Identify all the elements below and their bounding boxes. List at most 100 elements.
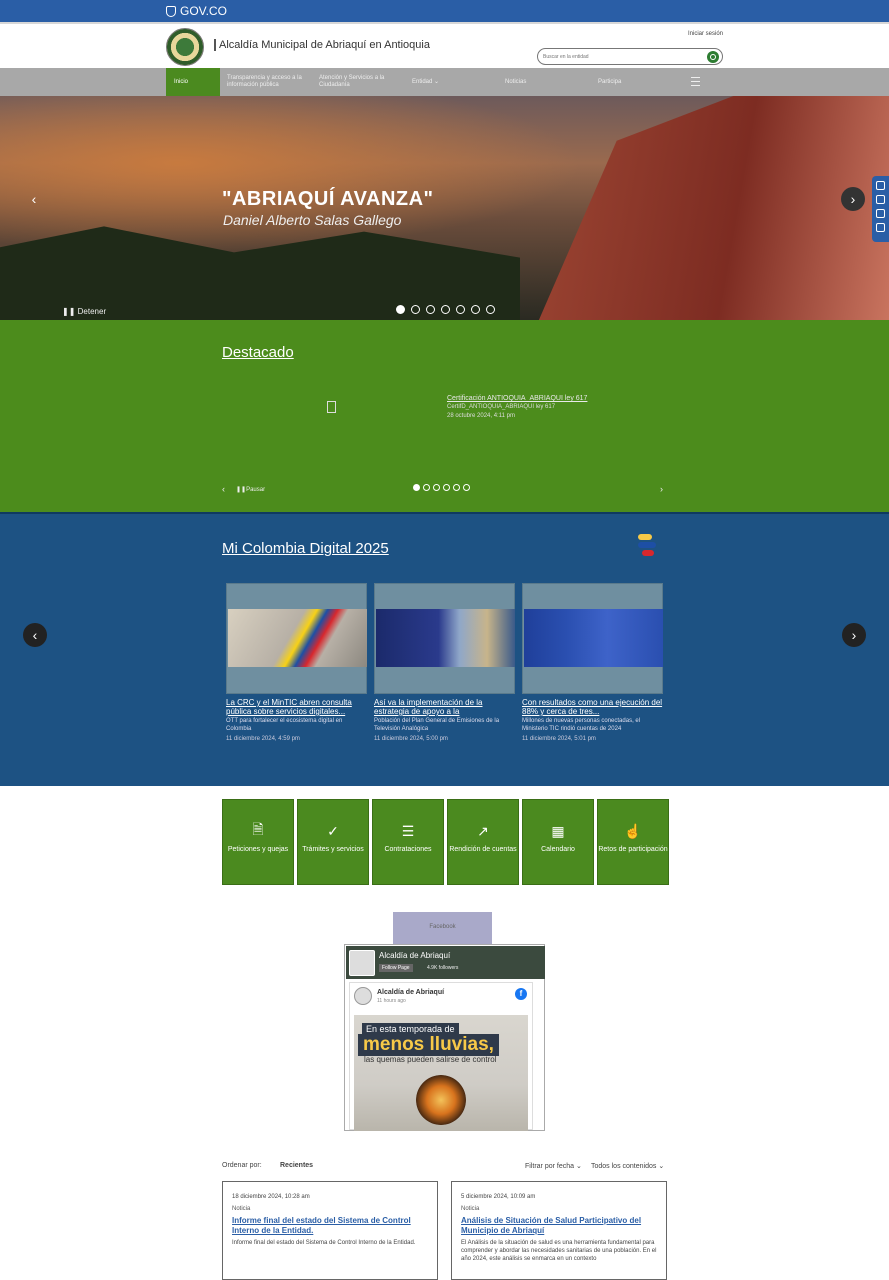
slide-dot[interactable] xyxy=(443,484,450,491)
tile-label: Rendición de cuentas xyxy=(449,846,517,853)
news-card[interactable]: La CRC y el MinTIC abren consulta públic… xyxy=(226,583,367,743)
slide-dot[interactable] xyxy=(463,484,470,491)
digital-next-button[interactable]: › xyxy=(842,623,866,647)
text-size-icon[interactable] xyxy=(876,195,885,204)
slide-dot[interactable] xyxy=(456,305,465,314)
slide-dot[interactable] xyxy=(471,305,480,314)
content-card: 5 diciembre 2024, 10:09 am Noticia Análi… xyxy=(451,1181,667,1280)
chevron-right-icon: › xyxy=(850,191,856,207)
nav-item-entidad[interactable]: Entidad ⌄ xyxy=(412,68,462,96)
main-nav: Inicio Transparencia y acceso a la infor… xyxy=(0,68,889,96)
document-icon: 🗎 xyxy=(252,821,264,837)
chevron-right-icon: › xyxy=(851,627,857,643)
news-card[interactable]: Con resultados como una ejecución del 88… xyxy=(522,583,663,743)
followers-count: 4.9K followers xyxy=(427,965,459,971)
chevron-left-icon: ‹ xyxy=(32,627,38,643)
filter-date-select[interactable]: Filtrar por fecha ⌄ xyxy=(525,1162,582,1170)
content-date: 18 diciembre 2024, 10:28 am xyxy=(232,1194,310,1200)
tile-label: Peticiones y quejas xyxy=(227,846,289,853)
tile-label: Calendario xyxy=(541,846,575,853)
tile-label: Trámites y servicios xyxy=(302,846,364,853)
news-thumbnail xyxy=(522,583,663,694)
hero-subtitle: Daniel Alberto Salas Gallego xyxy=(223,212,402,228)
follow-page-button[interactable]: Follow Page xyxy=(379,964,413,972)
login-link[interactable]: Iniciar sesión xyxy=(688,31,723,37)
tile-peticiones[interactable]: 🗎 Peticiones y quejas xyxy=(222,799,294,885)
slide-dot[interactable] xyxy=(486,305,495,314)
digital-prev-button[interactable]: ‹ xyxy=(23,623,47,647)
destacado-title[interactable]: Destacado xyxy=(222,344,294,361)
destacado-next-button[interactable]: › xyxy=(660,484,663,494)
menu-icon[interactable] xyxy=(691,77,700,86)
slide-dot[interactable] xyxy=(426,305,435,314)
destacado-pause-button[interactable]: ❚❚Pausar xyxy=(236,486,265,493)
sort-select[interactable]: Recientes xyxy=(280,1162,313,1169)
facebook-tab[interactable]: Facebook xyxy=(393,912,492,944)
municipal-logo[interactable] xyxy=(166,28,204,66)
tile-tramites[interactable]: ✓ Trámites y servicios xyxy=(297,799,369,885)
nav-item-atencion[interactable]: Atención y Servicios a la Ciudadanía xyxy=(319,68,399,96)
page-name[interactable]: Alcaldía de Abriaquí xyxy=(379,951,450,960)
hero-next-button[interactable]: › xyxy=(841,187,865,211)
nav-item-participa[interactable]: Participa xyxy=(598,68,648,96)
digital-title[interactable]: Mi Colombia Digital 2025 xyxy=(222,540,389,557)
quick-access: 🗎 Peticiones y quejas ✓ Trámites y servi… xyxy=(222,799,669,885)
filter-content-select[interactable]: Todos los contenidos ⌄ xyxy=(591,1162,664,1170)
contrast-icon[interactable] xyxy=(876,181,885,190)
page-avatar[interactable] xyxy=(349,950,375,976)
site-name[interactable]: Alcaldía Municipal de Abriaquí en Antioq… xyxy=(214,39,430,51)
slide-dot[interactable] xyxy=(441,305,450,314)
gov-bar: GOV.CO xyxy=(0,0,889,22)
hero-stop-button[interactable]: ❚❚ Detener xyxy=(62,307,106,316)
slide-dot[interactable] xyxy=(423,484,430,491)
facebook-post: Alcaldía de Abriaquí 11 hours ago f En e… xyxy=(349,982,533,1131)
news-title[interactable]: La CRC y el MinTIC abren consulta públic… xyxy=(226,698,367,716)
nav-item-noticias[interactable]: Noticias xyxy=(505,68,555,96)
news-title[interactable]: Con resultados como una ejecución del 88… xyxy=(522,698,663,716)
slide-dot[interactable] xyxy=(453,484,460,491)
tile-retos[interactable]: ☝ Retos de participación xyxy=(597,799,669,885)
accessibility-toolbar xyxy=(872,176,889,242)
pause-label: Pausar xyxy=(246,487,266,493)
tile-calendario[interactable]: ▦ Calendario xyxy=(522,799,594,885)
facebook-page-header: Alcaldía de Abriaquí Follow Page 4.9K fo… xyxy=(346,946,545,979)
slide-dot[interactable] xyxy=(396,305,405,314)
search-icon[interactable] xyxy=(707,51,719,63)
content-date: 5 diciembre 2024, 10:09 am xyxy=(461,1194,536,1200)
nav-item-transparencia[interactable]: Transparencia y acceso a la información … xyxy=(227,68,307,96)
news-thumbnail xyxy=(374,583,515,694)
post-avatar[interactable] xyxy=(354,987,372,1005)
calendar-icon: ▦ xyxy=(551,822,565,839)
news-description: Millones de nuevas personas conectadas, … xyxy=(522,718,641,732)
slide-dot[interactable] xyxy=(411,305,420,314)
hero-pagination xyxy=(396,305,495,314)
tile-rendicion[interactable]: ↗ Rendición de cuentas xyxy=(447,799,519,885)
search-input[interactable] xyxy=(543,52,693,62)
post-image[interactable]: En esta temporada de menos lluvias, las … xyxy=(354,1015,528,1131)
content-title[interactable]: Informe final del estado del Sistema de … xyxy=(232,1216,428,1236)
nav-item-inicio[interactable]: Inicio xyxy=(166,68,220,96)
tile-contrataciones[interactable]: ☰ Contrataciones xyxy=(372,799,444,885)
slide-dot[interactable] xyxy=(433,484,440,491)
gov-label: GOV.CO xyxy=(180,4,227,18)
chevron-left-icon: ‹ xyxy=(31,191,37,207)
news-title[interactable]: Así va la implementación de la estrategi… xyxy=(374,698,515,716)
hero-prev-button[interactable]: ‹ xyxy=(22,187,46,211)
sign-language-icon[interactable] xyxy=(876,223,885,232)
tile-label: Retos de participación xyxy=(598,846,668,853)
post-author[interactable]: Alcaldía de Abriaquí xyxy=(377,989,444,996)
content-title[interactable]: Análisis de Situación de Salud Participa… xyxy=(461,1216,657,1236)
slide-dot[interactable] xyxy=(413,484,420,491)
checklist-icon: ☰ xyxy=(401,822,415,839)
destacado-prev-button[interactable]: ‹ xyxy=(222,484,225,494)
destacado-card-title[interactable]: Certificación ANTIOQUIA_ABRIAQUI ley 617 xyxy=(447,395,587,402)
content-description: Informe final del estado del Sistema de … xyxy=(232,1240,416,1246)
check-icon: ✓ xyxy=(327,822,339,839)
destacado-section: Destacado Certificación ANTIOQUIA_ABRIAQ… xyxy=(0,320,889,512)
sort-label: Ordenar por: xyxy=(222,1162,262,1169)
facebook-icon: f xyxy=(515,988,527,1000)
news-card[interactable]: Así va la implementación de la estrategi… xyxy=(374,583,515,743)
gov-link[interactable]: GOV.CO xyxy=(166,4,227,18)
post-time[interactable]: 11 hours ago xyxy=(377,998,406,1004)
image-icon[interactable] xyxy=(876,209,885,218)
